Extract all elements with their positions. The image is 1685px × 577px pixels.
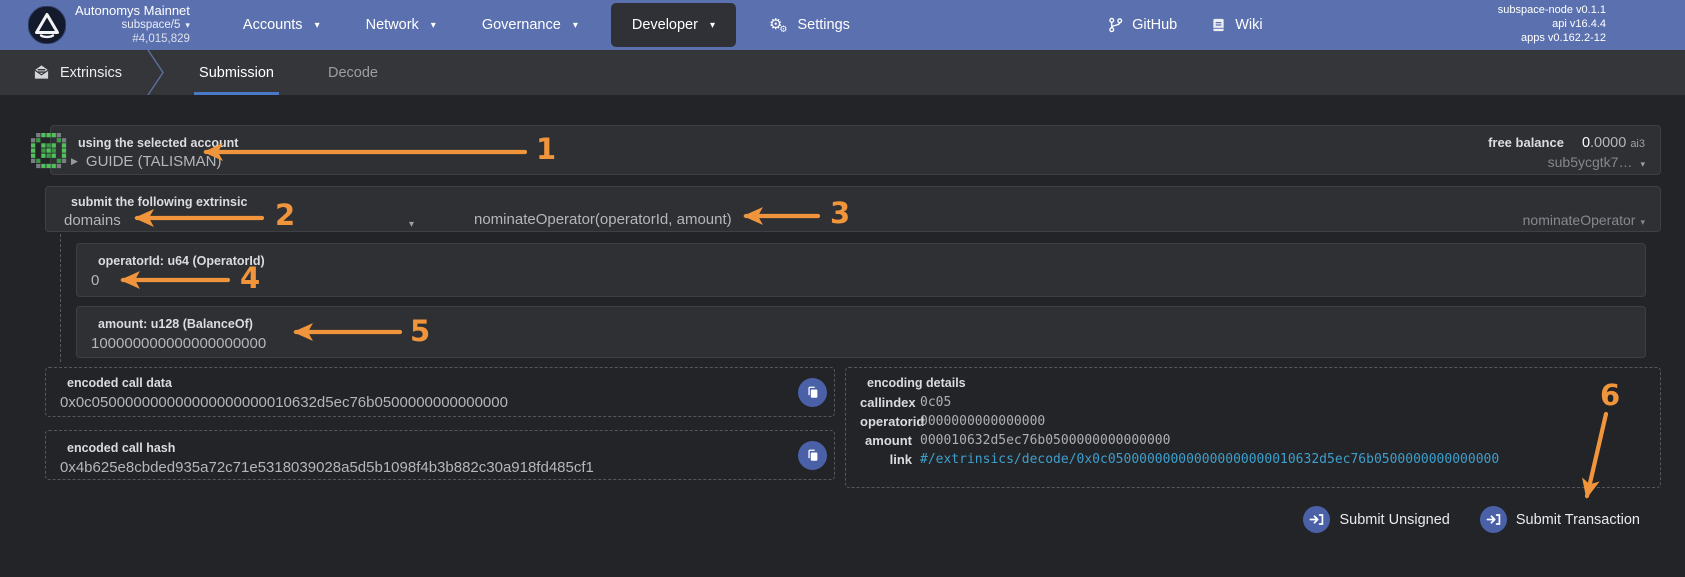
encoded-call-hash-value: 0x4b625e8cbded935a72c71e5318039028a5d5b1… xyxy=(60,459,594,476)
nav-item-accounts[interactable]: Accounts ▾ xyxy=(220,0,343,50)
chevron-down-icon: ▾ xyxy=(572,19,578,31)
git-branch-icon xyxy=(1109,17,1123,33)
chevron-down-icon: ▾ xyxy=(185,20,190,30)
param-operator-id: operatorId: u64 (OperatorId) 0 xyxy=(76,243,1646,297)
account-name: GUIDE (TALISMAN) xyxy=(85,153,222,170)
callindex-value: 0c05 xyxy=(920,395,952,410)
app-window: Autonomys Mainnet subspace/5 ▾ #4,015,829… xyxy=(0,0,1685,577)
callindex-label: callindex xyxy=(860,395,916,410)
decode-link[interactable]: #/extrinsics/decode/0x0c0500000000000000… xyxy=(920,452,1646,467)
action-buttons: Submit Unsigned Submit Transaction xyxy=(1303,506,1640,533)
operator-id-input[interactable]: 0 xyxy=(91,272,1631,289)
wiki-link[interactable]: Wiki xyxy=(1211,17,1263,33)
book-icon xyxy=(1213,18,1224,32)
copy-icon xyxy=(807,386,817,398)
autonomys-logo[interactable] xyxy=(28,6,66,44)
nav-item-developer[interactable]: Developer ▾ xyxy=(610,3,736,47)
section-extrinsics[interactable]: Extrinsics xyxy=(0,50,146,95)
encoded-call-data-box: encoded call data 0x0c050000000000000000… xyxy=(45,367,835,417)
encoding-details-title: encoding details xyxy=(867,376,966,390)
amount-label: amount: u128 (BalanceOf) xyxy=(98,317,253,331)
balance-fraction: .0000 xyxy=(1590,135,1627,151)
method-select[interactable]: nominateOperator(operatorId, amount) nom… xyxy=(416,195,1645,231)
copy-call-data-button[interactable] xyxy=(798,378,827,407)
copy-icon xyxy=(807,449,817,461)
params-indent-line xyxy=(60,234,61,362)
amount-enc-label: amount xyxy=(865,433,912,448)
network-brand: Autonomys Mainnet subspace/5 ▾ #4,015,829 xyxy=(75,3,190,46)
gears-icon: ⚙⚙ xyxy=(768,15,788,35)
balance-whole: 0 xyxy=(1581,135,1591,151)
account-select-label: using the selected account xyxy=(78,136,239,150)
submit-transaction-button[interactable]: Submit Transaction xyxy=(1479,506,1640,533)
account-address: sub5ycgtk7… xyxy=(1547,154,1633,171)
amount-input[interactable]: 100000000000000000000 xyxy=(91,335,1631,352)
copy-call-hash-button[interactable] xyxy=(798,441,827,470)
encoded-call-data-value: 0x0c050000000000000000000010632d5ec76b05… xyxy=(60,394,508,411)
chevron-down-icon: ▾ xyxy=(430,19,436,31)
param-amount: amount: u128 (BalanceOf) 100000000000000… xyxy=(76,306,1646,358)
top-nav-bar: Autonomys Mainnet subspace/5 ▾ #4,015,829… xyxy=(0,0,1685,50)
link-label: link xyxy=(889,452,912,467)
operatorid-label: operatorid xyxy=(860,414,925,429)
pallet-value: domains xyxy=(64,212,121,229)
block-number: #4,015,829 xyxy=(132,32,190,45)
node-version: subspace-node v0.1.1 xyxy=(1497,4,1606,17)
tab-decode[interactable]: Decode xyxy=(301,50,405,95)
encoding-details-box: encoding details callindex 0c05 operator… xyxy=(845,367,1661,488)
chain-selector[interactable]: subspace/5 ▾ xyxy=(75,19,190,33)
github-link[interactable]: GitHub xyxy=(1108,17,1177,33)
extrinsic-label: submit the following extrinsic xyxy=(71,195,248,209)
chevron-down-icon: ▾ xyxy=(1640,159,1645,170)
tab-submission[interactable]: Submission xyxy=(172,50,301,95)
operatorid-value: 0000000000000000 xyxy=(920,414,1046,429)
sign-in-icon xyxy=(1303,506,1331,533)
amount-enc-value: 000010632d5ec76b0500000000000000 xyxy=(920,433,1171,448)
account-address-toggle[interactable]: sub5ycgtk7… ▾ xyxy=(1488,153,1645,173)
operator-id-label: operatorId: u64 (OperatorId) xyxy=(98,254,265,268)
nav-item-network[interactable]: Network ▾ xyxy=(343,0,459,50)
extrinsics-icon xyxy=(34,65,49,79)
chevron-down-icon: ▾ xyxy=(709,19,715,31)
sign-in-icon xyxy=(1479,506,1507,533)
pallet-select[interactable]: submit the following extrinsic domains ▾ xyxy=(64,195,416,231)
encoded-call-data-label: encoded call data xyxy=(67,376,172,390)
encoded-call-hash-label: encoded call hash xyxy=(67,441,176,455)
nav-item-governance[interactable]: Governance ▾ xyxy=(459,0,601,50)
chevron-down-icon[interactable]: ▾ xyxy=(409,219,414,230)
method-signature: nominateOperator(operatorId, amount) xyxy=(474,211,732,228)
api-version: api v16.4.4 xyxy=(1552,18,1606,31)
account-select-left: using the selected account ▶ GUIDE (TALI… xyxy=(71,136,238,174)
submit-unsigned-button[interactable]: Submit Unsigned xyxy=(1303,506,1450,533)
network-name: Autonomys Mainnet xyxy=(75,3,190,19)
free-balance-label: free balance xyxy=(1488,135,1564,150)
apps-version: apps v0.162.2-12 xyxy=(1520,31,1606,44)
expand-triangle-icon[interactable]: ▶ xyxy=(71,156,78,167)
extrinsic-select-row: submit the following extrinsic domains ▾… xyxy=(45,186,1661,232)
encoded-call-hash-box: encoded call hash 0x4b625e8cbded935a72c7… xyxy=(45,430,835,480)
balance-unit: ai3 xyxy=(1630,138,1645,150)
nav-item-settings[interactable]: ⚙⚙ Settings xyxy=(746,0,873,50)
version-info: subspace-node v0.1.1 api v16.4.4 apps v0… xyxy=(1498,4,1606,45)
chevron-down-icon: ▾ xyxy=(1640,216,1645,227)
tab-bar: Extrinsics Submission Decode xyxy=(0,50,1685,95)
chevron-down-icon: ▾ xyxy=(314,19,320,31)
method-short-dropdown[interactable]: nominateOperator ▾ xyxy=(1523,212,1645,228)
breadcrumb-chevron xyxy=(147,50,164,95)
account-select[interactable]: using the selected account ▶ GUIDE (TALI… xyxy=(50,125,1661,175)
account-identicon[interactable] xyxy=(31,133,67,169)
main-nav: Accounts ▾ Network ▾ Governance ▾ Developer… xyxy=(220,0,873,50)
account-balance-block: free balance 0.0000 ai3 sub5ycgtk7… ▾ xyxy=(1488,133,1645,174)
